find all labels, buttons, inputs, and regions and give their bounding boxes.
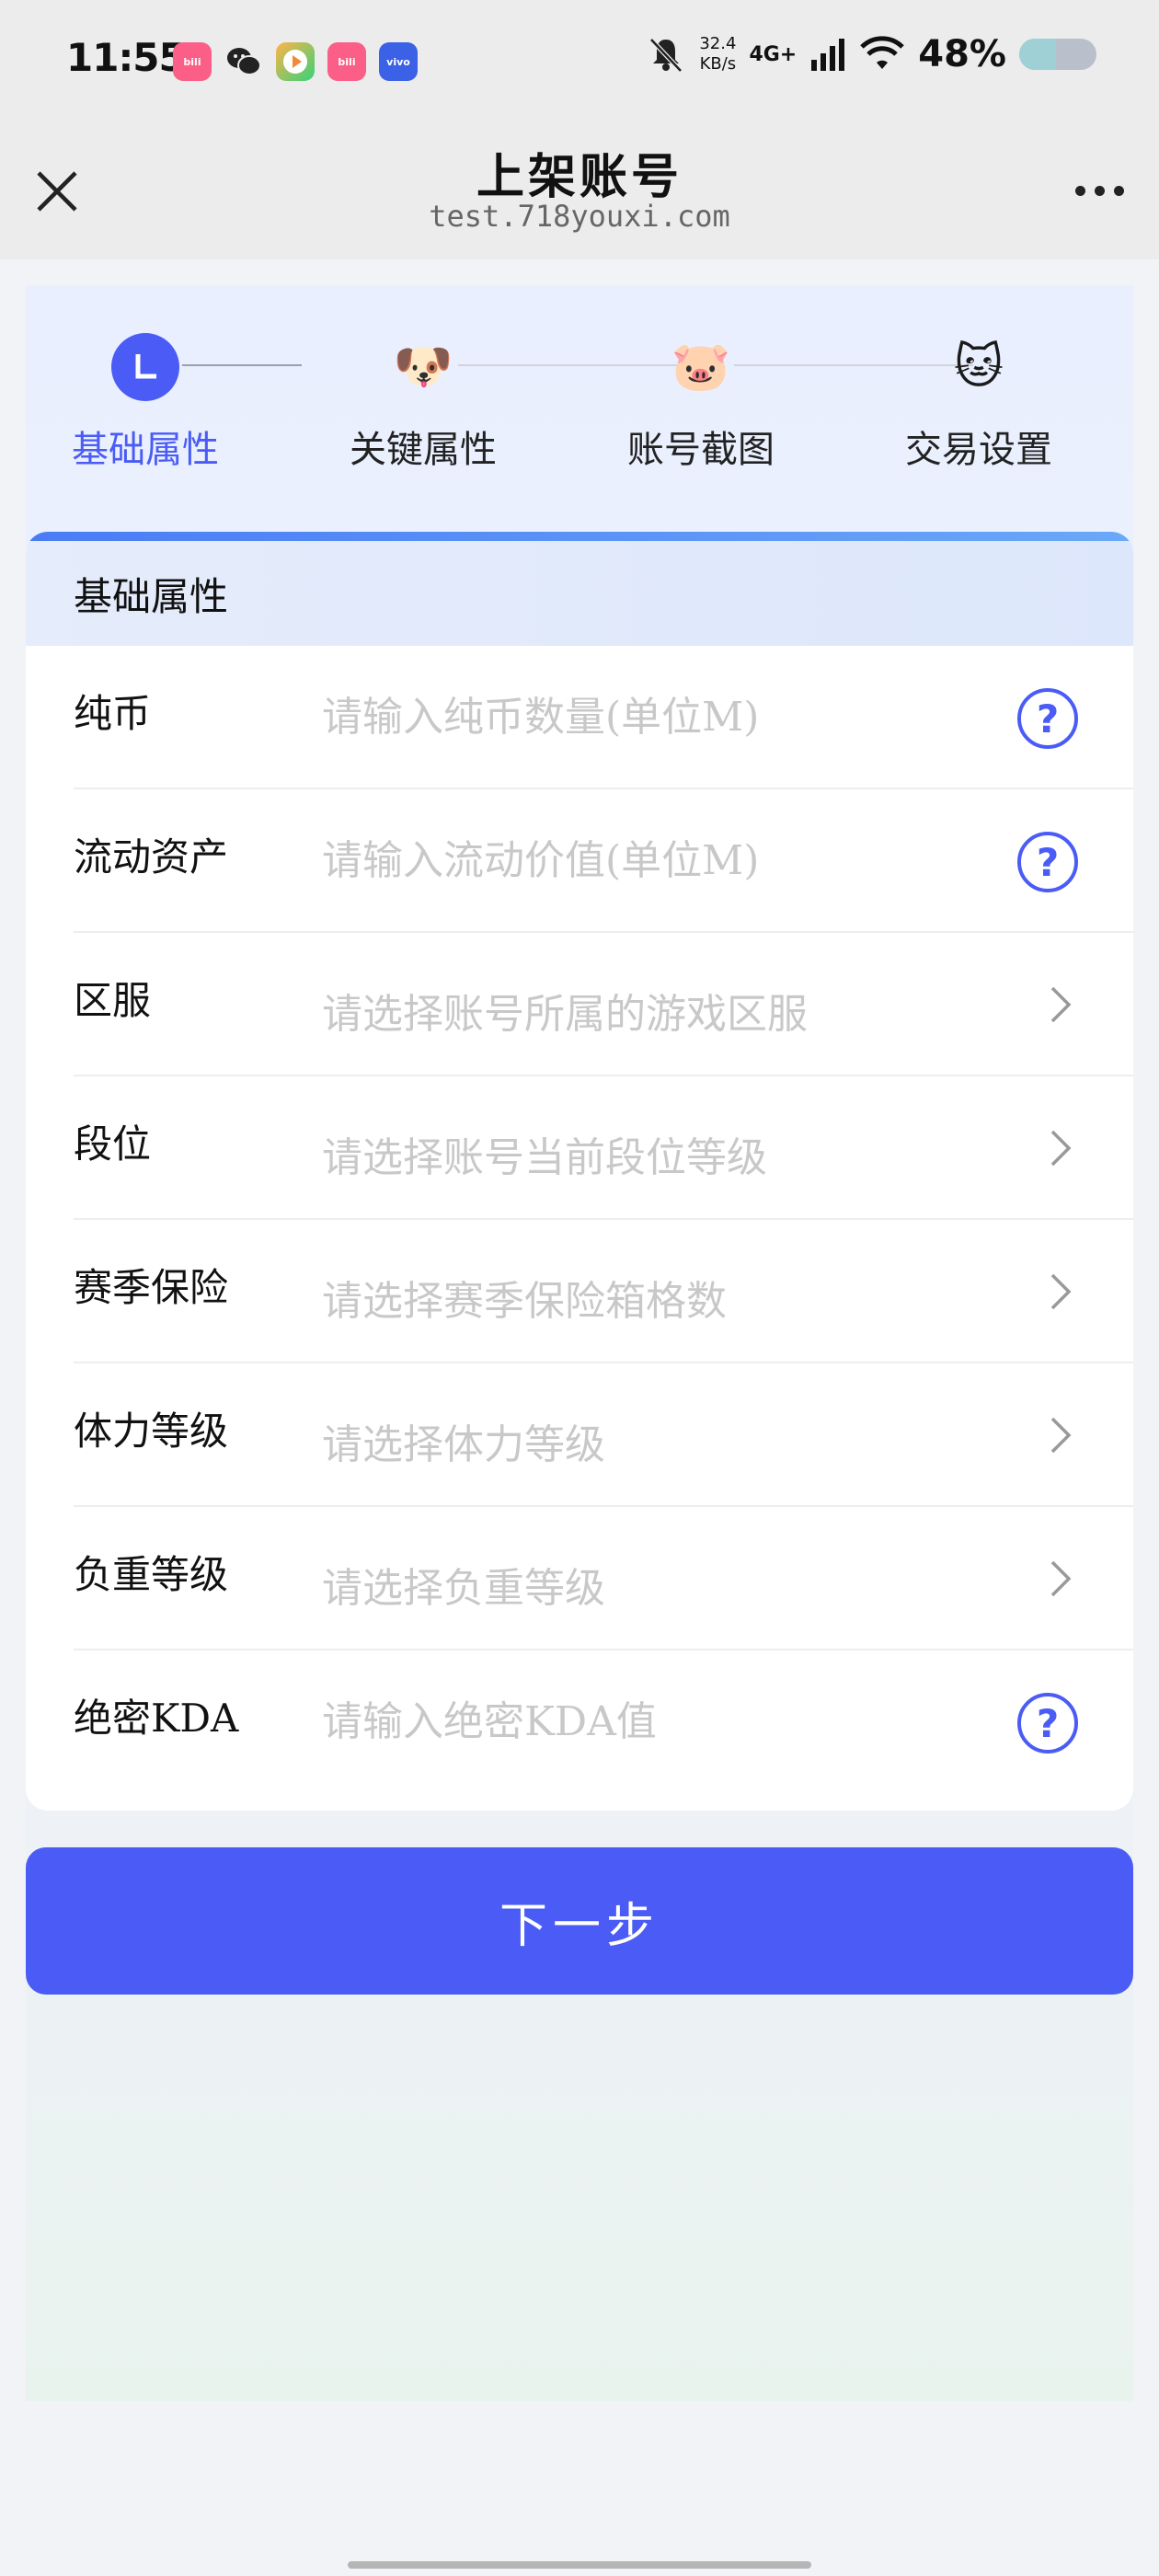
status-indicators: 32.4 KB/s 4G+ 48% [646,33,1096,75]
stamina-level-select[interactable]: 请选择体力等级 [322,1411,1021,1470]
help-icon[interactable]: ? [1017,1693,1078,1754]
more-menu-icon[interactable] [1075,186,1124,196]
pure-coin-row: 纯币 ? [74,646,1133,789]
speed-value: 32.4 [699,34,737,53]
liquid-assets-row: 流动资产 ? [74,789,1133,933]
battery-fill [1019,39,1057,70]
field-label: 纯币 [74,691,152,736]
stamina-level-row[interactable]: 体力等级 请选择体力等级 [74,1363,1133,1507]
card-accent-bar [26,532,1133,541]
bilibili-icon: bili [173,42,212,81]
step-indicator: 基础属性 🐶 关键属性 🐷 账号截图 🐱 交易设置 [26,285,1133,524]
step-label: 基础属性 [72,429,219,471]
pig-icon: 🐷 [671,339,731,395]
basic-attributes-card: 基础属性 纯币 ? 流动资产 ? 区服 请选择账号所属的游戏区服 段位 请选择账… [26,532,1133,1811]
field-label: 负重等级 [74,1552,229,1597]
card-title: 基础属性 [74,573,229,619]
field-label: 绝密KDA [74,1696,239,1741]
signal-icon [811,39,845,71]
field-label: 赛季保险 [74,1265,229,1310]
step-label: 账号截图 [627,429,775,471]
load-level-select[interactable]: 请选择负重等级 [322,1555,1021,1614]
step-basic-attributes[interactable]: 基础属性 [7,333,283,473]
next-step-button[interactable]: 下一步 [26,1847,1133,1995]
chevron-right-icon [1050,1130,1072,1167]
step-account-screenshots[interactable]: 🐷 账号截图 [563,333,839,473]
wifi-icon [860,36,905,69]
server-select[interactable]: 请选择账号所属的游戏区服 [322,981,1021,1040]
secret-kda-input[interactable] [322,1698,1021,1745]
mute-bell-icon [649,38,683,73]
help-icon[interactable]: ? [1017,832,1078,892]
rank-row[interactable]: 段位 请选择账号当前段位等级 [74,1076,1133,1220]
nav-bar: 上架账号 test.718youxi.com [0,120,1159,259]
home-indicator[interactable] [348,2561,811,2569]
secret-kda-row: 绝密KDA ? [74,1650,1133,1794]
field-label: 体力等级 [74,1409,229,1454]
step-active-icon [111,333,179,401]
step-label: 交易设置 [905,429,1052,471]
step-label: 关键属性 [350,429,497,471]
page-url: test.718youxi.com [429,199,730,234]
help-icon[interactable]: ? [1017,688,1078,749]
network-speed: 32.4 KB/s [699,34,736,75]
chevron-right-icon [1050,1273,1072,1310]
status-bar: 11:55 bili bili vivo 32.4 KB/s 4G+ 48% [0,0,1159,120]
step-trade-settings[interactable]: 🐱 交易设置 [841,333,1117,473]
page-title: 上架账号 [476,149,683,205]
rank-select[interactable]: 请选择账号当前段位等级 [322,1124,1021,1183]
notification-app-icons: bili bili vivo [173,42,418,81]
speed-unit: KB/s [699,54,737,74]
season-insurance-row[interactable]: 赛季保险 请选择赛季保险箱格数 [74,1220,1133,1363]
load-level-row[interactable]: 负重等级 请选择负重等级 [74,1507,1133,1650]
network-type: 4G+ [749,42,798,66]
chevron-right-icon [1050,1560,1072,1597]
field-label: 段位 [74,1121,152,1167]
chevron-right-icon [1050,986,1072,1023]
vivo-icon: vivo [379,42,418,81]
battery-icon [1019,39,1096,70]
pure-coin-input[interactable] [322,694,1021,741]
field-label: 区服 [74,978,152,1023]
status-time: 11:55 [66,35,186,80]
wechat-icon [224,42,263,81]
field-label: 流动资产 [74,834,229,880]
chevron-right-icon [1050,1417,1072,1454]
cat-icon: 🐱 [953,339,1004,395]
video-player-icon [276,42,315,81]
server-row[interactable]: 区服 请选择账号所属的游戏区服 [74,933,1133,1076]
liquid-assets-input[interactable] [322,837,1021,884]
season-insurance-select[interactable]: 请选择赛季保险箱格数 [322,1268,1021,1327]
dog-icon: 🐶 [393,339,453,395]
bilibili-icon: bili [327,42,366,81]
battery-percent: 48% [918,33,1006,75]
step-key-attributes[interactable]: 🐶 关键属性 [285,333,561,473]
card-header: 基础属性 [26,541,1133,646]
